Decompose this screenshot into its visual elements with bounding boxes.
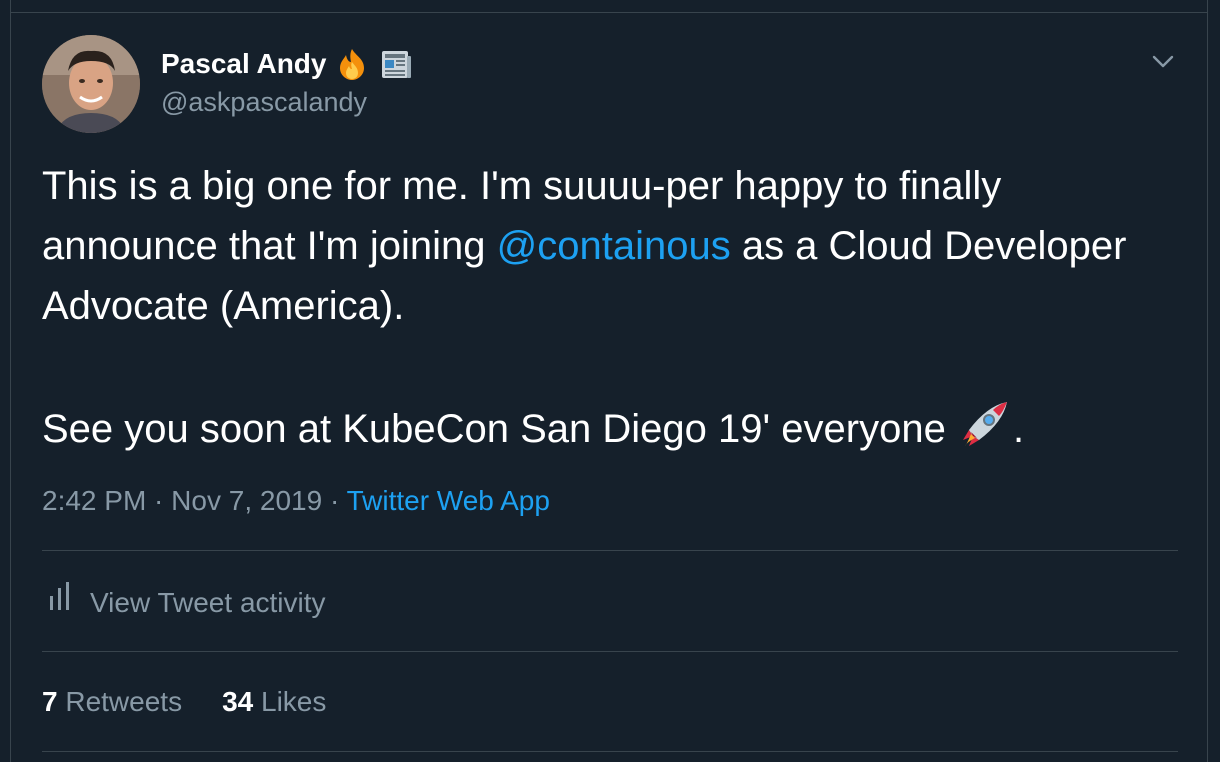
likes-stat[interactable]: 34 Likes (222, 682, 326, 722)
fire-icon (334, 46, 370, 82)
tweet-text: This is a big one for me. I'm suuuu-per … (42, 156, 1182, 459)
author-name-row[interactable]: Pascal Andy (161, 46, 414, 82)
tweet-text-part3: . (1012, 407, 1025, 451)
divider (42, 550, 1178, 551)
tweet-stats: 7 Retweets 34 Likes (42, 682, 326, 722)
avatar[interactable] (42, 35, 140, 133)
tweet-meta: 2:42 PM · Nov 7, 2019 · Twitter Web App (42, 482, 550, 520)
divider (42, 751, 1178, 752)
tweet-source-link[interactable]: Twitter Web App (347, 485, 550, 516)
author-handle[interactable]: @askpascalandy (161, 86, 367, 118)
meta-separator: · (146, 485, 172, 516)
rocket-icon (957, 396, 1013, 452)
view-tweet-activity-link[interactable]: View Tweet activity (48, 580, 326, 625)
avatar-image (42, 35, 140, 133)
retweets-label: Retweets (65, 686, 183, 717)
divider (42, 651, 1178, 652)
chevron-down-icon[interactable] (1150, 48, 1176, 74)
likes-count: 34 (222, 686, 254, 717)
tweet-time[interactable]: 2:42 PM (42, 485, 146, 516)
retweets-count: 7 (42, 686, 58, 717)
likes-label: Likes (261, 686, 327, 717)
bar-chart-icon (48, 580, 74, 625)
newspaper-icon (378, 46, 414, 82)
retweets-stat[interactable]: 7 Retweets (42, 682, 182, 722)
top-divider (10, 12, 1208, 13)
view-tweet-activity-label: View Tweet activity (90, 586, 326, 618)
tweet-date[interactable]: Nov 7, 2019 (171, 485, 322, 516)
display-name[interactable]: Pascal Andy (161, 47, 326, 81)
mention-link[interactable]: @containous (497, 224, 731, 268)
meta-separator: · (322, 485, 347, 516)
